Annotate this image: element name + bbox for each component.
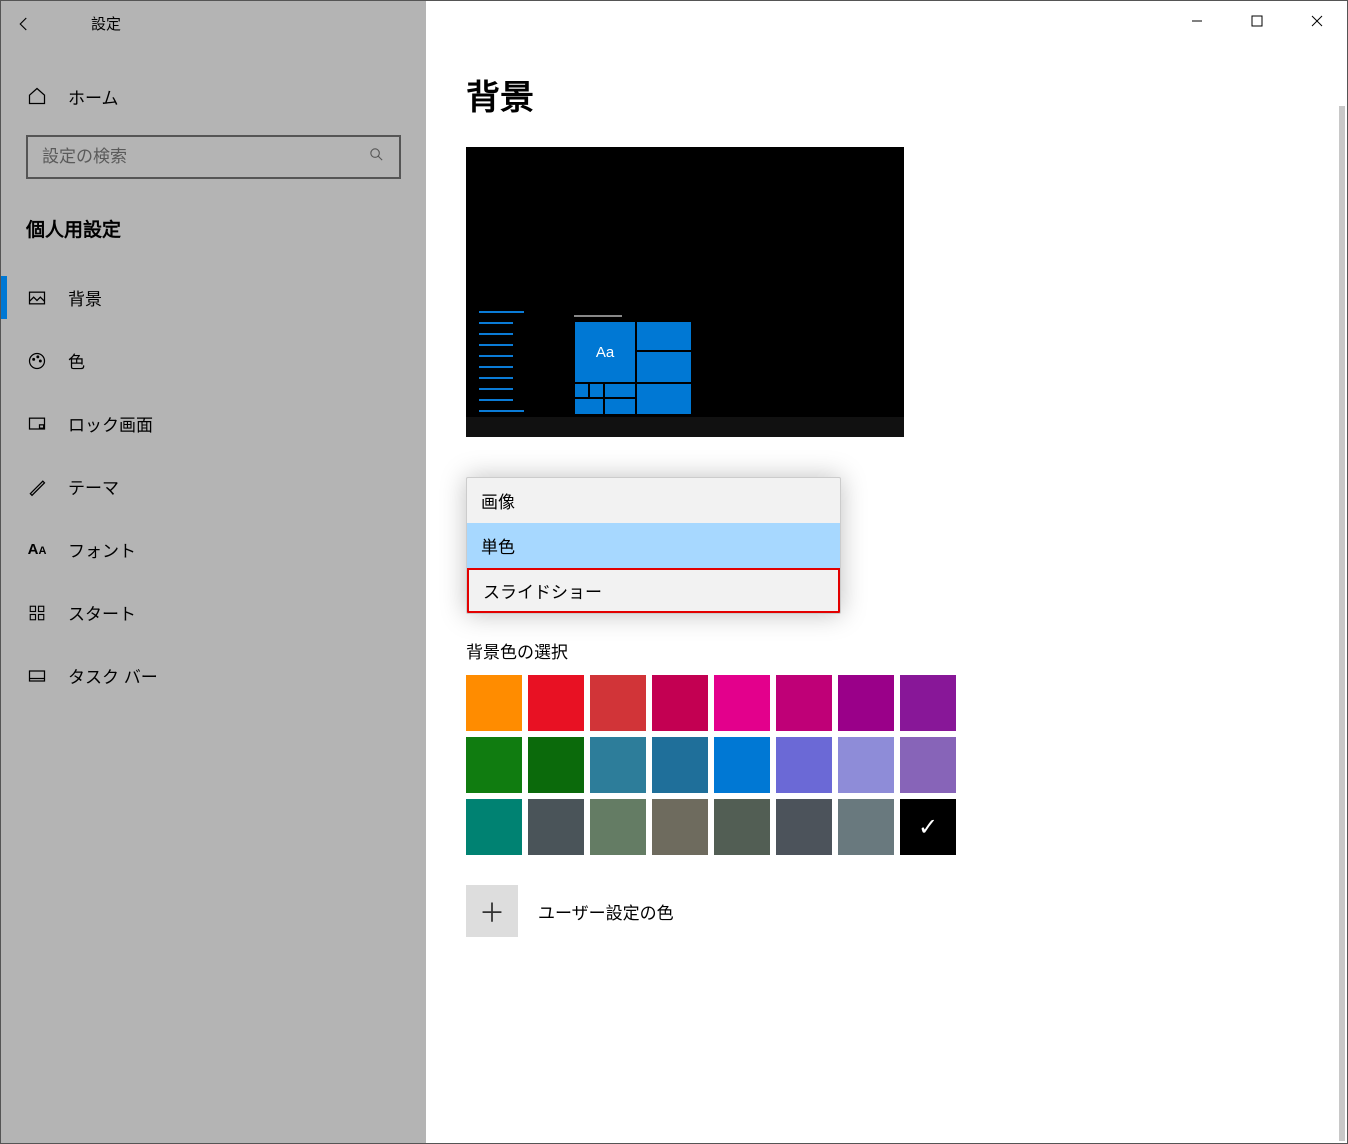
- background-preview: Aa: [466, 147, 904, 437]
- back-button[interactable]: [1, 1, 46, 46]
- picture-icon: [26, 287, 48, 309]
- color-swatches: ✓: [466, 675, 1307, 855]
- color-swatch[interactable]: [466, 799, 522, 855]
- sidebar-item-label: テーマ: [68, 474, 119, 499]
- start-icon: [26, 602, 48, 624]
- page-title: 背景: [466, 70, 1307, 119]
- palette-icon: [26, 350, 48, 372]
- sidebar-item-2[interactable]: ロック画面: [1, 392, 426, 455]
- sidebar-item-label: ロック画面: [68, 411, 153, 436]
- sidebar: ホーム 個人用設定 背景色ロック画面テーマ AA フォントスタートタスク バー: [1, 46, 426, 1143]
- color-swatch[interactable]: [466, 737, 522, 793]
- dropdown-option-0[interactable]: 画像: [467, 478, 840, 523]
- check-icon: ✓: [900, 799, 956, 855]
- color-swatch[interactable]: [776, 737, 832, 793]
- main-content: 背景 Aa: [426, 46, 1347, 1143]
- color-swatch[interactable]: ✓: [900, 799, 956, 855]
- color-swatch[interactable]: [528, 737, 584, 793]
- color-swatch[interactable]: [590, 737, 646, 793]
- search-input-wrap[interactable]: [26, 135, 401, 179]
- color-swatch[interactable]: [528, 799, 584, 855]
- font-icon: AA: [26, 539, 48, 561]
- color-swatch[interactable]: [838, 799, 894, 855]
- sidebar-item-4[interactable]: AA フォント: [1, 518, 426, 581]
- sidebar-item-5[interactable]: スタート: [1, 581, 426, 644]
- close-button[interactable]: [1287, 1, 1347, 41]
- home-label: ホーム: [68, 84, 119, 109]
- preview-sample-text: Aa: [574, 321, 636, 383]
- sidebar-item-6[interactable]: タスク バー: [1, 644, 426, 707]
- sidebar-item-label: 色: [68, 348, 85, 373]
- color-swatch[interactable]: [652, 737, 708, 793]
- sidebar-item-1[interactable]: 色: [1, 329, 426, 392]
- custom-color-label: ユーザー設定の色: [538, 899, 674, 924]
- color-swatch[interactable]: [714, 799, 770, 855]
- dropdown-option-1[interactable]: 単色: [467, 523, 840, 568]
- plus-icon: ＋: [479, 893, 505, 930]
- color-swatch[interactable]: [838, 675, 894, 731]
- brush-icon: [26, 476, 48, 498]
- color-swatch[interactable]: [652, 675, 708, 731]
- sidebar-item-label: タスク バー: [68, 663, 158, 688]
- color-swatch[interactable]: [652, 799, 708, 855]
- color-swatch[interactable]: [466, 675, 522, 731]
- color-swatch[interactable]: [528, 675, 584, 731]
- sidebar-item-0[interactable]: 背景: [1, 266, 426, 329]
- section-header: 個人用設定: [1, 203, 426, 266]
- color-swatch[interactable]: [900, 737, 956, 793]
- sidebar-item-label: フォント: [68, 537, 136, 562]
- lock-icon: [26, 413, 48, 435]
- color-swatch[interactable]: [714, 675, 770, 731]
- sidebar-item-label: スタート: [68, 600, 136, 625]
- scrollbar[interactable]: [1339, 106, 1345, 1141]
- custom-color-button[interactable]: ＋: [466, 885, 518, 937]
- color-swatch[interactable]: [838, 737, 894, 793]
- color-swatch[interactable]: [590, 799, 646, 855]
- home-icon: [26, 85, 48, 107]
- sidebar-item-3[interactable]: テーマ: [1, 455, 426, 518]
- sidebar-item-label: 背景: [68, 285, 102, 310]
- color-swatch[interactable]: [776, 799, 832, 855]
- color-swatch[interactable]: [714, 737, 770, 793]
- dropdown-option-2[interactable]: スライドショー: [467, 568, 840, 613]
- taskbar-icon: [26, 665, 48, 687]
- background-type-dropdown[interactable]: 画像単色スライドショー: [466, 477, 841, 614]
- color-swatch[interactable]: [900, 675, 956, 731]
- search-input[interactable]: [42, 147, 368, 167]
- window-title: 設定: [91, 13, 121, 34]
- home-link[interactable]: ホーム: [1, 71, 426, 121]
- maximize-button[interactable]: [1227, 1, 1287, 41]
- color-section-label: 背景色の選択: [466, 638, 1307, 663]
- color-swatch[interactable]: [590, 675, 646, 731]
- color-swatch[interactable]: [776, 675, 832, 731]
- minimize-button[interactable]: [1167, 1, 1227, 41]
- search-icon: [368, 146, 385, 168]
